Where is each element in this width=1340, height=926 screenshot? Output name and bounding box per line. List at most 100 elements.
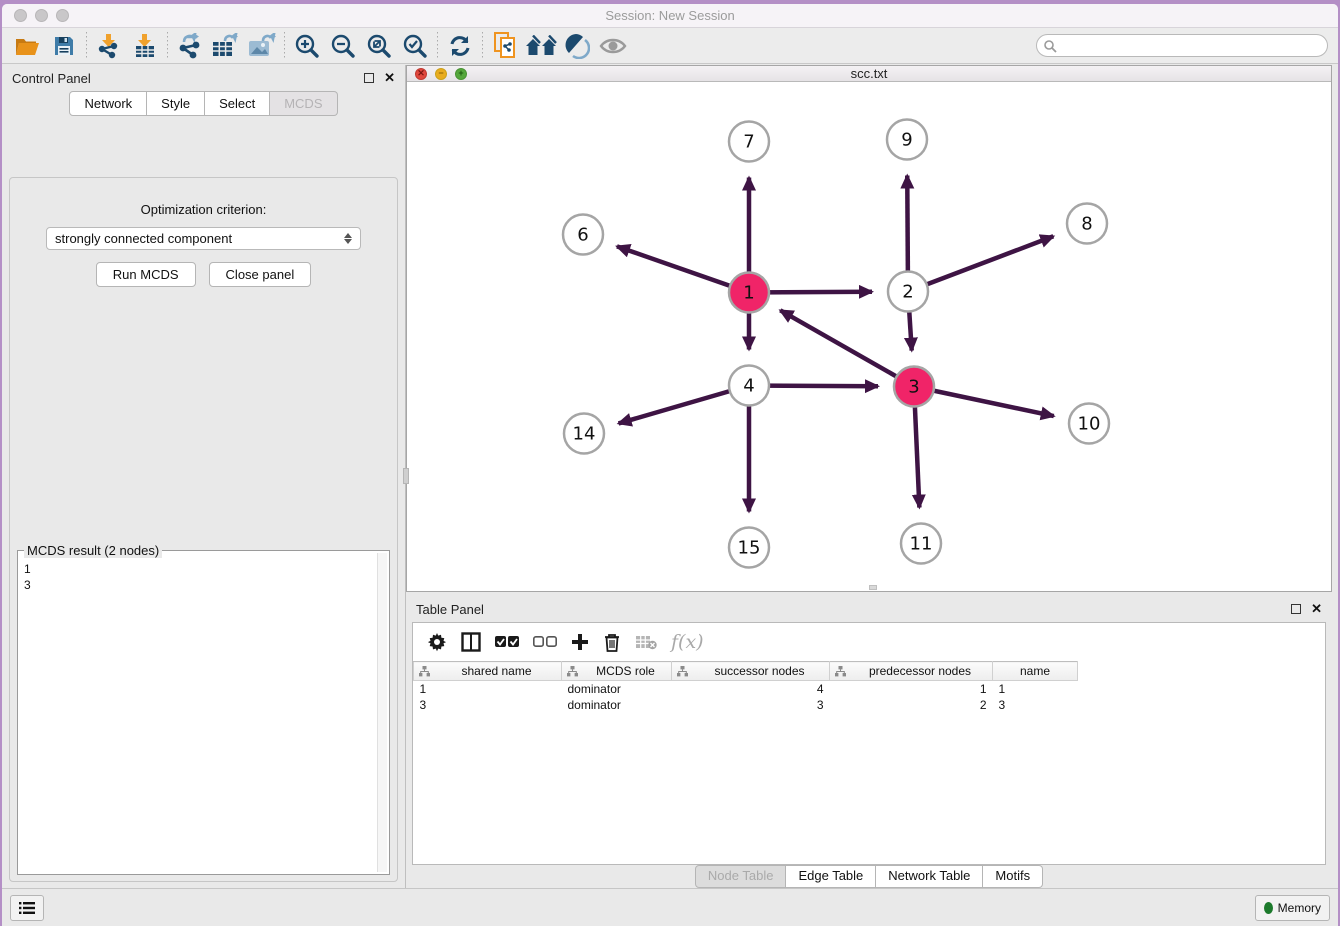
tab-node-table[interactable]: Node Table [695, 865, 787, 888]
svg-text:9: 9 [901, 130, 912, 151]
deselect-all-button[interactable] [533, 636, 557, 648]
apply-function-button[interactable]: f(x) [671, 631, 704, 653]
graph-node-10[interactable]: 10 [1069, 404, 1109, 444]
float-panel-icon[interactable] [364, 73, 374, 83]
graph-node-3[interactable]: 3 [894, 367, 934, 407]
graph-node-11[interactable]: 11 [901, 524, 941, 564]
clone-network-button[interactable] [487, 30, 523, 62]
column-header-shared-name[interactable]: shared name [414, 662, 562, 681]
hierarchy-icon [835, 666, 846, 677]
zoom-in-button[interactable] [289, 30, 325, 62]
clone-network-icon [492, 32, 518, 60]
graph-node-7[interactable]: 7 [729, 122, 769, 162]
graph-edge-2-8[interactable] [908, 236, 1053, 291]
refresh-button[interactable] [442, 30, 478, 62]
graph-edge-3-1[interactable] [780, 310, 914, 386]
show-columns-button[interactable] [461, 632, 481, 652]
checked-boxes-icon [495, 636, 519, 648]
refresh-icon [448, 34, 472, 58]
trash-icon [603, 632, 621, 652]
delete-table-button[interactable] [635, 634, 657, 650]
column-header-successor-nodes[interactable]: successor nodes [672, 662, 830, 681]
graph-node-14[interactable]: 14 [564, 414, 604, 454]
toolbar-separator [284, 32, 285, 60]
close-panel-button[interactable]: Close panel [209, 262, 312, 287]
result-scrollbar[interactable] [377, 553, 387, 872]
task-history-button[interactable] [10, 895, 44, 921]
search-field[interactable] [1036, 34, 1328, 57]
tab-select[interactable]: Select [205, 91, 270, 116]
svg-text:10: 10 [1078, 414, 1101, 435]
splitter-handle[interactable] [403, 468, 409, 484]
zoom-fit-button[interactable] [361, 30, 397, 62]
column-header-predecessor-nodes[interactable]: predecessor nodes [830, 662, 993, 681]
main-toolbar [2, 28, 1338, 64]
zoom-selected-button[interactable] [397, 30, 433, 62]
mcds-result-title: MCDS result (2 nodes) [24, 543, 162, 558]
graph-node-15[interactable]: 15 [729, 528, 769, 568]
tab-style[interactable]: Style [147, 91, 205, 116]
graph-node-1[interactable]: 1 [729, 273, 769, 313]
node-table: shared name MCDS role successor nodes pr… [413, 661, 1325, 713]
svg-text:7: 7 [743, 132, 754, 153]
run-mcds-button[interactable]: Run MCDS [96, 262, 196, 287]
svg-text:8: 8 [1081, 214, 1092, 235]
table-options-button[interactable] [427, 632, 447, 652]
columns-icon [461, 632, 481, 652]
show-graphics-details-button[interactable] [595, 30, 631, 62]
search-input[interactable] [1057, 35, 1327, 56]
mcds-result-text[interactable]: 1 3 [24, 561, 377, 872]
hierarchy-icon [567, 666, 578, 677]
add-row-button[interactable] [571, 633, 589, 651]
memory-label: Memory [1278, 901, 1321, 915]
graph-node-8[interactable]: 8 [1067, 204, 1107, 244]
svg-text:2: 2 [902, 282, 913, 303]
table-container: f(x) shared name MCDS role successor nod… [412, 622, 1326, 865]
hide-graphics-details-button[interactable] [559, 30, 595, 62]
close-panel-icon[interactable]: ✕ [384, 70, 395, 86]
app-window: Session: New Session [2, 4, 1338, 926]
svg-text:14: 14 [573, 424, 596, 445]
close-table-panel-icon[interactable]: ✕ [1311, 601, 1322, 617]
svg-text:1: 1 [743, 283, 754, 304]
table-row[interactable]: 3dominator323 [414, 697, 1326, 713]
table-row[interactable]: 1dominator411 [414, 681, 1326, 697]
float-table-panel-icon[interactable] [1291, 604, 1301, 614]
canvas-splitter-handle[interactable] [869, 585, 877, 590]
graph-edge-3-10[interactable] [914, 387, 1054, 417]
graph-node-4[interactable]: 4 [729, 366, 769, 406]
export-network-button[interactable] [172, 30, 208, 62]
tab-motifs[interactable]: Motifs [983, 865, 1043, 888]
network-title: scc.txt [407, 66, 1331, 81]
export-table-button[interactable] [208, 30, 244, 62]
toolbar-separator [86, 32, 87, 60]
network-canvas[interactable]: 7 9 6 8 1 2 4 3 14 10 15 11 [407, 82, 1331, 591]
svg-text:6: 6 [577, 225, 588, 246]
graph-node-9[interactable]: 9 [887, 120, 927, 160]
eye-icon [599, 36, 627, 56]
hierarchy-icon [677, 666, 688, 677]
first-neighbors-button[interactable] [523, 30, 559, 62]
optimization-criterion-dropdown[interactable]: strongly connected component [46, 227, 361, 250]
graph-node-6[interactable]: 6 [563, 215, 603, 255]
import-network-button[interactable] [91, 30, 127, 62]
column-header-mcds-role[interactable]: MCDS role [562, 662, 672, 681]
import-table-button[interactable] [127, 30, 163, 62]
column-header-name[interactable]: name [993, 662, 1078, 681]
tab-mcds[interactable]: MCDS [270, 91, 337, 116]
save-session-button[interactable] [46, 30, 82, 62]
tab-network[interactable]: Network [69, 91, 147, 116]
delete-row-button[interactable] [603, 632, 621, 652]
tab-network-table[interactable]: Network Table [876, 865, 983, 888]
open-session-button[interactable] [10, 30, 46, 62]
memory-status-icon [1264, 902, 1273, 914]
graph-node-2[interactable]: 2 [888, 272, 928, 312]
tab-edge-table[interactable]: Edge Table [786, 865, 876, 888]
export-image-button[interactable] [244, 30, 280, 62]
zoom-out-button[interactable] [325, 30, 361, 62]
select-all-button[interactable] [495, 636, 519, 648]
control-panel-tabs: Network Style Select MCDS [2, 91, 405, 116]
memory-button[interactable]: Memory [1255, 895, 1330, 921]
network-graph[interactable]: 7 9 6 8 1 2 4 3 14 10 15 11 [407, 82, 1331, 591]
list-icon [19, 901, 35, 915]
